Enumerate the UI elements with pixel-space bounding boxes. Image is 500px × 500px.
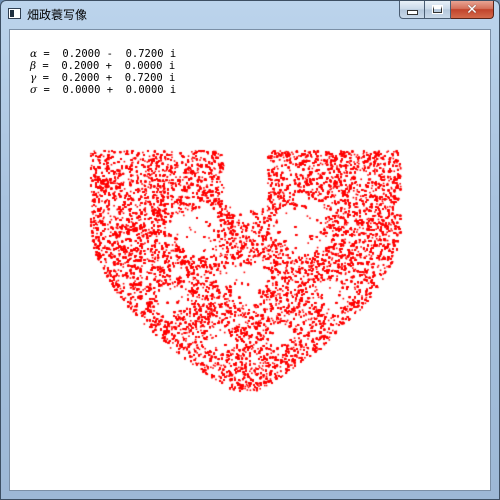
close-icon: ✕ bbox=[466, 1, 478, 18]
drawing-area: α = 0.2000 - 0.7200 i β = 0.2000 + 0.000… bbox=[9, 29, 491, 491]
minimize-icon bbox=[406, 10, 418, 15]
minimize-button[interactable] bbox=[399, 1, 425, 19]
param-beta: β = 0.2000 + 0.0000 i bbox=[30, 60, 176, 72]
parameter-readout: α = 0.2000 - 0.7200 i β = 0.2000 + 0.000… bbox=[30, 48, 176, 96]
param-alpha: α = 0.2000 - 0.7200 i bbox=[30, 48, 177, 60]
param-sigma: σ = 0.0000 + 0.0000 i bbox=[30, 84, 177, 96]
maximize-button[interactable] bbox=[425, 1, 451, 19]
fractal-canvas bbox=[10, 30, 490, 490]
param-gamma: γ = 0.2000 + 0.7200 i bbox=[30, 72, 176, 84]
app-icon[interactable] bbox=[8, 8, 21, 19]
close-button[interactable]: ✕ bbox=[451, 1, 494, 19]
maximize-icon bbox=[432, 5, 443, 14]
window-title: 畑政蓑写像 bbox=[27, 8, 88, 22]
title-bar[interactable]: 畑政蓑写像 ✕ bbox=[1, 1, 499, 29]
caption-buttons: ✕ bbox=[399, 1, 494, 20]
app-window: 畑政蓑写像 ✕ α = 0.2000 - 0.7200 i β = 0.2000… bbox=[0, 0, 500, 500]
